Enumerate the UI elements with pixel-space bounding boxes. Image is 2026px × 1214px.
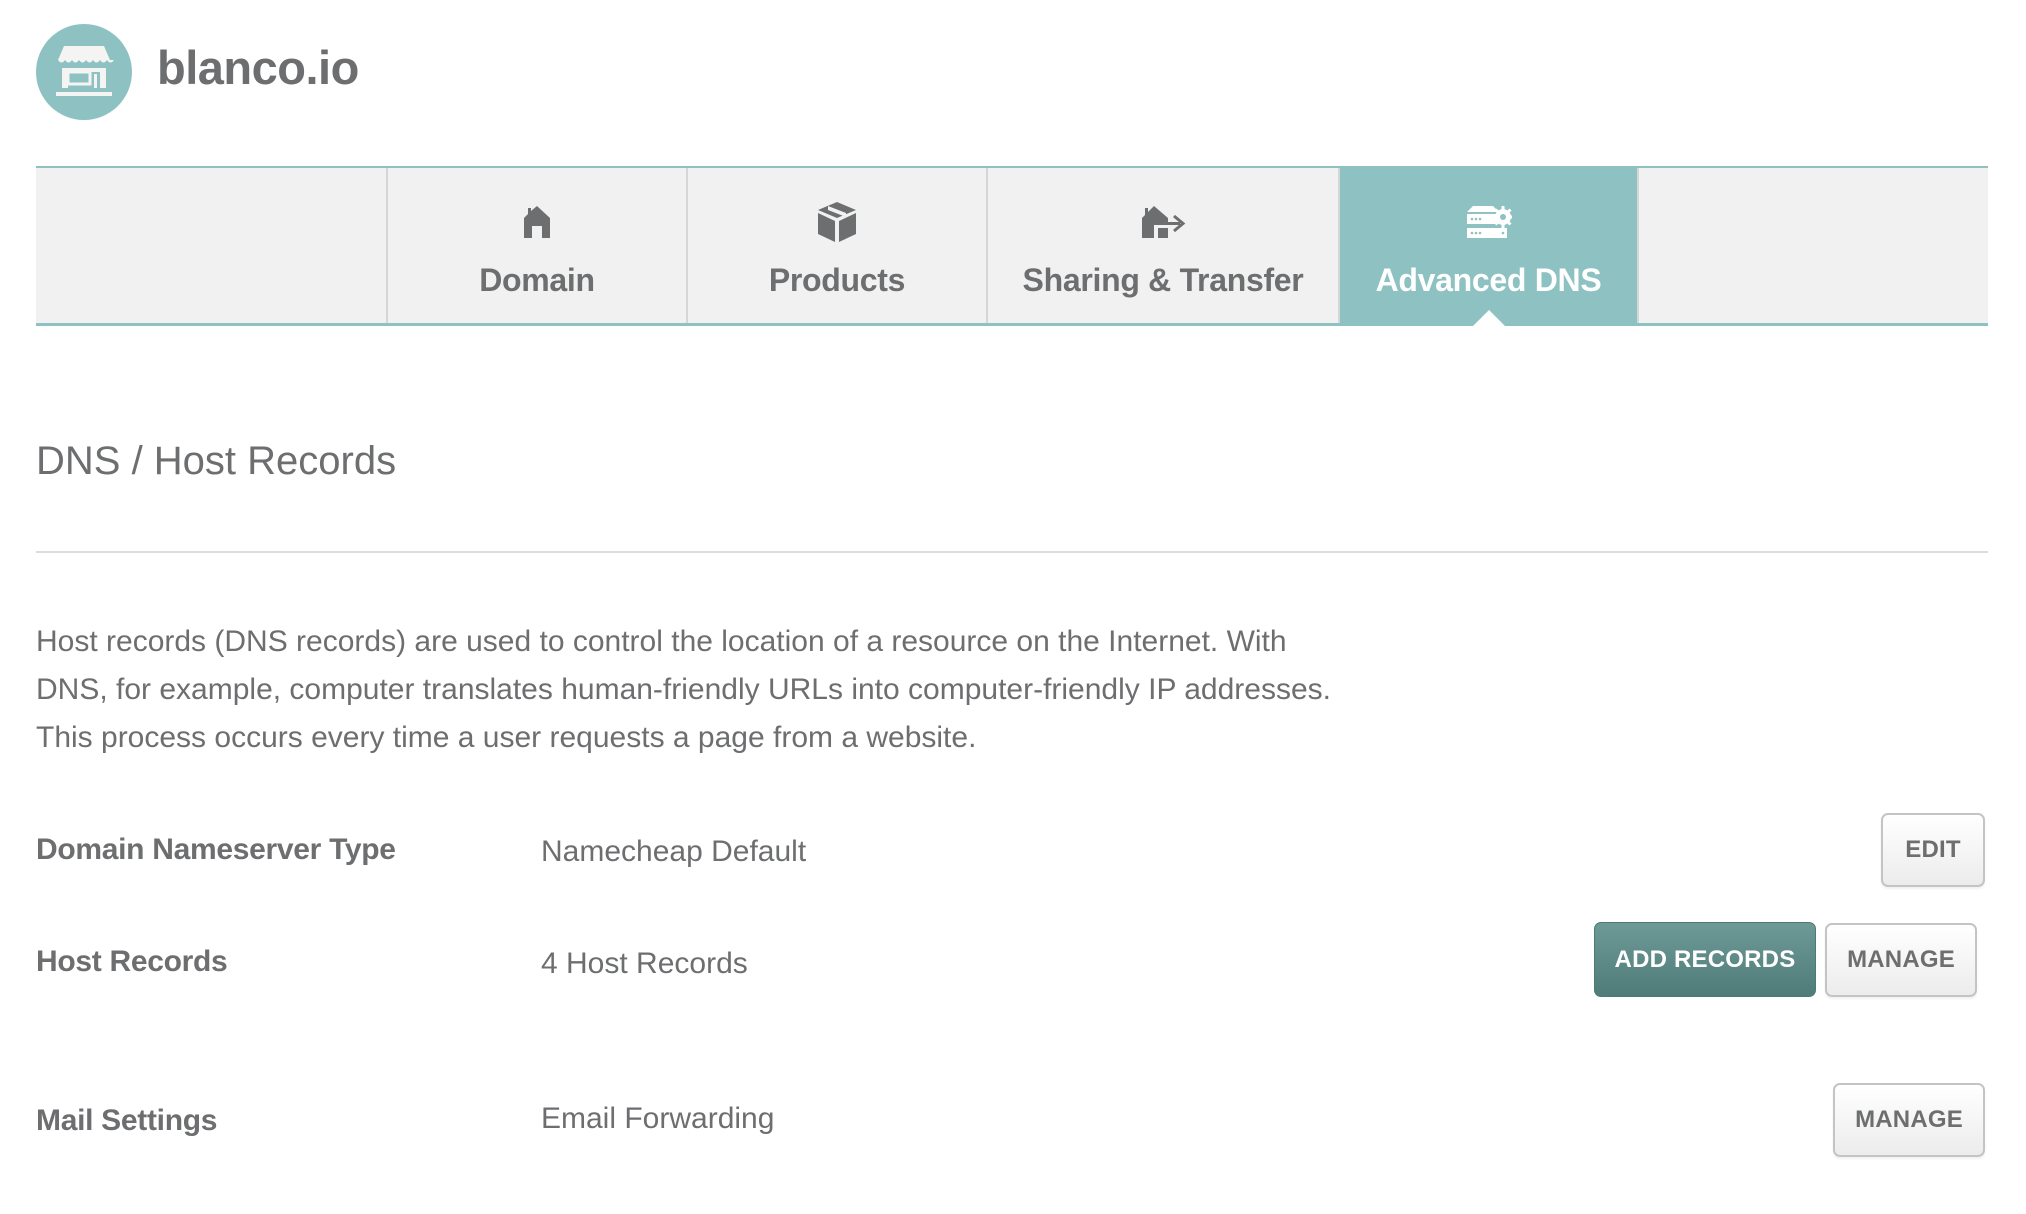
- storefront-icon: [56, 46, 114, 96]
- description-line: Host records (DNS records) are used to c…: [36, 625, 1287, 658]
- tab-advanced-dns[interactable]: Advanced DNS: [1338, 168, 1637, 326]
- tab-products[interactable]: Products: [686, 168, 986, 323]
- nameserver-type-value: Namecheap Default: [541, 835, 807, 868]
- house-transfer-icon: [1140, 198, 1186, 246]
- tab-label: Advanced DNS: [1375, 262, 1602, 298]
- tab-label: Sharing & Transfer: [1022, 262, 1304, 298]
- section-description: Host records (DNS records) are used to c…: [36, 618, 1496, 762]
- tab-domain[interactable]: Domain: [386, 168, 686, 323]
- description-line: This process occurs every time a user re…: [36, 721, 977, 754]
- brand-name: blanco.io: [157, 41, 359, 94]
- server-gear-icon: [1465, 198, 1513, 246]
- tab-label: Products: [768, 262, 906, 298]
- manage-host-records-button[interactable]: MANAGE: [1825, 923, 1977, 997]
- tab-bar-spacer: [1637, 168, 1988, 323]
- nameserver-type-label: Domain Nameserver Type: [36, 833, 396, 866]
- add-records-button[interactable]: ADD RECORDS: [1594, 922, 1816, 997]
- tab-label: Domain: [479, 262, 595, 298]
- tab-sharing-transfer[interactable]: Sharing & Transfer: [986, 168, 1338, 323]
- logo[interactable]: [36, 24, 132, 120]
- host-records-label: Host Records: [36, 945, 228, 978]
- divider: [36, 551, 1988, 553]
- tab-bar: Domain Products Sharing & Transfer Advan…: [36, 166, 1988, 326]
- mail-settings-value: Email Forwarding: [541, 1102, 775, 1135]
- description-line: DNS, for example, computer translates hu…: [36, 673, 1331, 706]
- page-title: DNS / Host Records: [36, 439, 397, 483]
- manage-mail-settings-button[interactable]: MANAGE: [1833, 1083, 1985, 1157]
- house-icon: [522, 198, 552, 246]
- edit-nameserver-button[interactable]: EDIT: [1881, 813, 1985, 887]
- mail-settings-label: Mail Settings: [36, 1104, 218, 1137]
- box-icon: [816, 198, 858, 246]
- host-records-value: 4 Host Records: [541, 947, 748, 980]
- active-tab-caret: [1472, 310, 1505, 326]
